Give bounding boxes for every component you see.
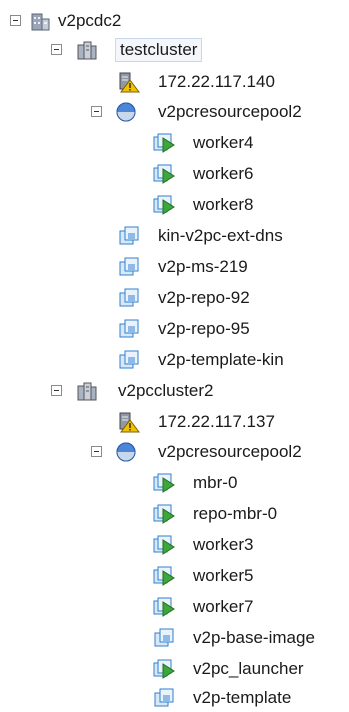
tree-node-vm[interactable]: worker6 [0, 160, 349, 188]
tree-node-host[interactable]: 172.22.117.137 [0, 408, 349, 436]
tree-node-vm[interactable]: v2p-ms-219 [0, 253, 349, 281]
inventory-tree: v2pcdc2 testcluster 172.22.117.140 v2pcr… [0, 0, 349, 711]
vm-label: v2pc_launcher [193, 659, 304, 678]
cluster-label: testcluster [115, 38, 203, 62]
vm-label: v2p-ms-219 [158, 257, 248, 276]
cluster-label: v2pccluster2 [118, 381, 214, 400]
vm-powered-on-icon [152, 658, 176, 680]
cluster-icon [75, 39, 99, 61]
vm-label: v2p-template [193, 688, 292, 707]
vm-label: worker5 [193, 566, 254, 585]
host-label: 172.22.117.137 [158, 412, 275, 431]
resource-pool-label: v2pcresourcepool2 [158, 442, 302, 461]
tree-node-resource-pool[interactable]: v2pcresourcepool2 [0, 438, 349, 466]
vm-label: mbr-0 [193, 473, 238, 492]
host-label: 172.22.117.140 [158, 72, 275, 91]
tree-node-vm[interactable]: v2p-template-kin [0, 346, 349, 374]
tree-node-vm[interactable]: worker8 [0, 191, 349, 219]
tree-node-vm[interactable]: v2p-template [0, 684, 349, 712]
tree-node-vm[interactable]: repo-mbr-0 [0, 500, 349, 528]
tree-node-vm[interactable]: kin-v2pc-ext-dns [0, 222, 349, 250]
vm-powered-on-icon [152, 534, 176, 556]
vm-powered-on-icon [152, 503, 176, 525]
vm-label: repo-mbr-0 [193, 504, 278, 523]
resource-pool-icon [114, 101, 138, 123]
tree-node-vm[interactable]: v2pc_launcher [0, 655, 349, 683]
vm-powered-on-icon [152, 132, 176, 154]
vm-label: worker7 [193, 597, 254, 616]
vm-icon [117, 287, 141, 309]
tree-node-vm[interactable]: worker4 [0, 129, 349, 157]
vm-label: v2p-repo-95 [158, 319, 250, 338]
tree-node-vm[interactable]: worker7 [0, 593, 349, 621]
vm-powered-on-icon [152, 163, 176, 185]
cluster-icon [75, 380, 99, 402]
datacenter-label: v2pcdc2 [58, 11, 122, 30]
tree-node-datacenter[interactable]: v2pcdc2 [0, 7, 349, 35]
vm-icon [117, 225, 141, 247]
tree-node-vm[interactable]: mbr-0 [0, 469, 349, 497]
vm-powered-on-icon [152, 194, 176, 216]
tree-node-vm[interactable]: worker3 [0, 531, 349, 559]
vm-label: v2p-template-kin [158, 350, 284, 369]
tree-node-vm[interactable]: v2p-repo-92 [0, 284, 349, 312]
vm-label: worker8 [193, 195, 254, 214]
tree-node-host[interactable]: 172.22.117.140 [0, 68, 349, 96]
resource-pool-icon [114, 441, 138, 463]
vm-label: v2p-repo-92 [158, 288, 250, 307]
collapse-toggle[interactable] [10, 15, 21, 26]
vm-powered-on-icon [152, 565, 176, 587]
tree-node-cluster[interactable]: v2pccluster2 [0, 377, 349, 405]
vm-icon [152, 627, 176, 649]
vm-icon [117, 256, 141, 278]
vm-label: worker3 [193, 535, 254, 554]
vm-label: kin-v2pc-ext-dns [158, 226, 283, 245]
vm-icon [152, 687, 176, 709]
vm-powered-on-icon [152, 472, 176, 494]
vm-label: worker4 [193, 133, 254, 152]
vm-label: worker6 [193, 164, 254, 183]
vm-label: v2p-base-image [193, 628, 315, 647]
collapse-toggle[interactable] [51, 385, 62, 396]
tree-node-cluster[interactable]: testcluster [0, 36, 349, 64]
host-warning-icon [117, 71, 141, 93]
resource-pool-label: v2pcresourcepool2 [158, 102, 302, 121]
tree-node-vm[interactable]: worker5 [0, 562, 349, 590]
tree-node-vm[interactable]: v2p-base-image [0, 624, 349, 652]
collapse-toggle[interactable] [91, 106, 102, 117]
collapse-toggle[interactable] [51, 44, 62, 55]
tree-node-vm[interactable]: v2p-repo-95 [0, 315, 349, 343]
vm-icon [117, 318, 141, 340]
tree-node-resource-pool[interactable]: v2pcresourcepool2 [0, 98, 349, 126]
collapse-toggle[interactable] [91, 446, 102, 457]
vm-icon [117, 349, 141, 371]
host-warning-icon [117, 411, 141, 433]
datacenter-icon [28, 10, 52, 32]
vm-powered-on-icon [152, 596, 176, 618]
